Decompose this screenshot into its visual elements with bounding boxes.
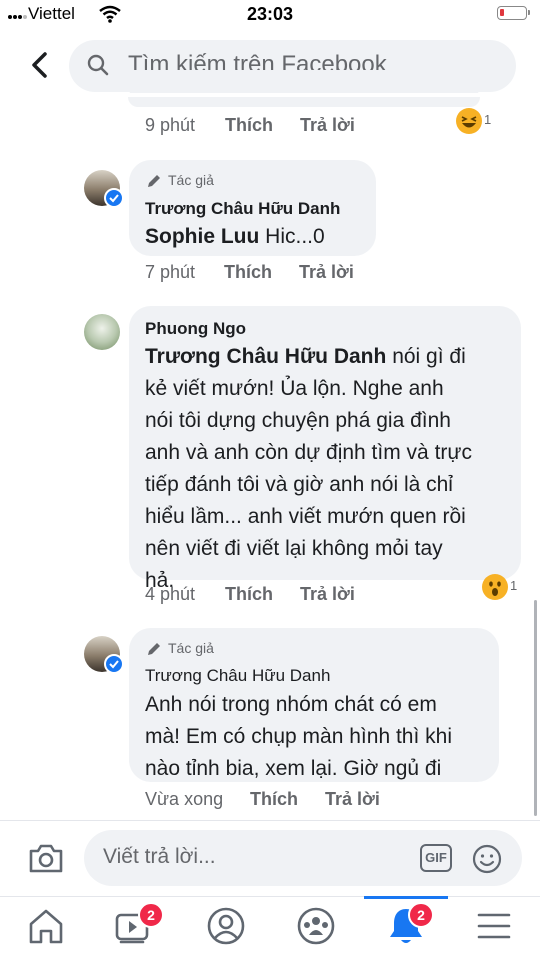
laughing-emoji-icon[interactable] xyxy=(456,108,482,134)
reaction-count: 1 xyxy=(510,578,518,593)
pencil-icon xyxy=(148,643,160,655)
wow-emoji-icon[interactable] xyxy=(482,574,508,600)
reaction-count: 1 xyxy=(484,112,492,127)
reply-button[interactable]: Trả lời xyxy=(325,789,380,810)
menu-icon[interactable] xyxy=(472,904,516,948)
comment-time: 9 phút xyxy=(145,115,196,135)
comment-text: Sophie Luu Hic...0 xyxy=(145,225,325,248)
comment-time: Vừa xong xyxy=(145,789,224,809)
active-tab-indicator xyxy=(364,896,448,899)
back-arrow-icon[interactable] xyxy=(28,50,52,80)
gif-button[interactable]: GIF xyxy=(420,844,452,872)
comment-text: Anh nói trong nhóm chát có em mà! Em có … xyxy=(145,693,452,780)
like-button[interactable]: Thích xyxy=(225,584,273,605)
like-button[interactable]: Thích xyxy=(225,115,273,136)
reply-button[interactable]: Trả lời xyxy=(299,262,354,283)
emoji-icon[interactable] xyxy=(472,844,502,874)
comment-text: Trương Châu Hữu Danh nói gì đi kẻ viết m… xyxy=(145,345,472,592)
author-tag: Tác giả xyxy=(168,172,214,188)
commenter-name[interactable]: Trương Châu Hữu Danh xyxy=(145,666,330,686)
pencil-icon xyxy=(148,175,160,187)
like-button[interactable]: Thích xyxy=(224,262,272,283)
comment-time: 7 phút xyxy=(145,262,196,282)
reply-placeholder[interactable]: Viết trả lời... xyxy=(103,845,216,869)
scrollbar[interactable] xyxy=(534,600,537,816)
video-badge: 2 xyxy=(138,902,164,928)
comment-time: 4 phút xyxy=(145,584,196,604)
avatar[interactable] xyxy=(84,314,120,350)
verified-icon xyxy=(104,188,124,208)
commenter-name[interactable]: Trương Châu Hữu Danh xyxy=(145,199,340,219)
like-button[interactable]: Thích xyxy=(250,789,298,810)
mention[interactable]: Trương Châu Hữu Danh xyxy=(145,345,386,368)
notifications-badge: 2 xyxy=(408,902,434,928)
reply-button[interactable]: Trả lời xyxy=(300,584,355,605)
camera-icon[interactable] xyxy=(28,842,64,874)
groups-icon[interactable] xyxy=(294,904,338,948)
commenter-name[interactable]: Phuong Ngo xyxy=(145,319,246,339)
verified-icon xyxy=(104,654,124,674)
clock: 23:03 xyxy=(246,4,294,24)
divider xyxy=(0,820,540,821)
battery-icon xyxy=(497,6,530,20)
status-bar: Viettel 23:03 xyxy=(0,0,540,30)
reply-button[interactable]: Trả lời xyxy=(300,115,355,136)
profile-icon[interactable] xyxy=(204,904,248,948)
search-icon xyxy=(87,54,109,76)
home-icon[interactable] xyxy=(24,904,68,948)
mention[interactable]: Sophie Luu xyxy=(145,225,259,248)
bottom-nav xyxy=(0,896,540,961)
author-tag: Tác giả xyxy=(168,640,214,656)
